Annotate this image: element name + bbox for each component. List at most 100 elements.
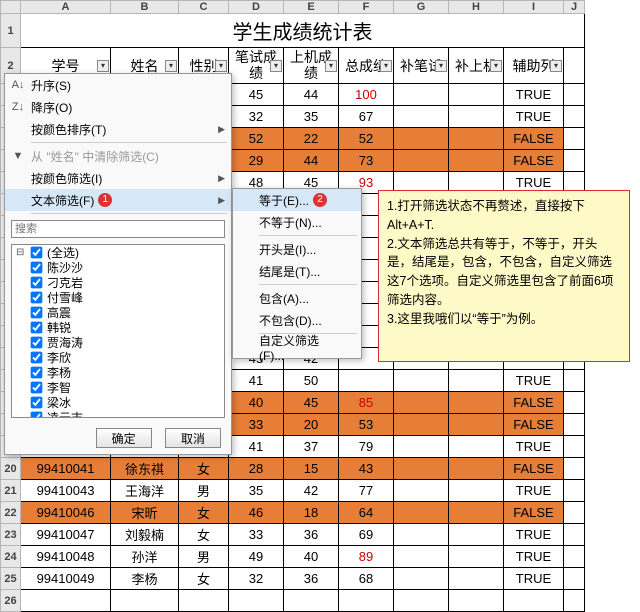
data-cell[interactable]: FALSE <box>504 150 564 172</box>
data-cell[interactable] <box>449 590 504 612</box>
data-cell[interactable]: 99410049 <box>21 568 111 590</box>
col-E[interactable]: E <box>284 1 339 14</box>
data-cell[interactable]: TRUE <box>504 546 564 568</box>
data-cell[interactable]: TRUE <box>504 436 564 458</box>
data-cell[interactable]: 29 <box>229 150 284 172</box>
data-cell[interactable] <box>339 590 394 612</box>
filter-by-color[interactable]: 按颜色筛选(I)▶ <box>5 167 231 189</box>
data-cell[interactable]: 男 <box>179 546 229 568</box>
data-cell[interactable] <box>449 436 504 458</box>
data-cell[interactable] <box>394 436 449 458</box>
data-cell[interactable]: 女 <box>179 458 229 480</box>
filter-dropdown-icon[interactable]: ▾ <box>550 60 562 72</box>
col-J[interactable]: J <box>564 1 585 14</box>
filter-begins-with[interactable]: 开头是(I)... <box>233 238 361 260</box>
filter-dropdown-icon[interactable]: ▾ <box>435 60 447 72</box>
data-cell[interactable] <box>449 370 504 392</box>
col-D[interactable]: D <box>229 1 284 14</box>
col-A[interactable]: A <box>21 1 111 14</box>
hdr-aux[interactable]: 辅助列▾ <box>504 48 564 84</box>
row-header[interactable]: 22 <box>1 502 21 524</box>
data-cell[interactable] <box>394 414 449 436</box>
data-cell[interactable] <box>21 590 111 612</box>
data-cell[interactable]: 女 <box>179 502 229 524</box>
filter-dropdown-icon[interactable]: ▾ <box>490 60 502 72</box>
filter-checkbox[interactable] <box>31 412 43 418</box>
data-cell[interactable]: 王海洋 <box>111 480 179 502</box>
filter-ends-with[interactable]: 结尾是(T)... <box>233 260 361 282</box>
data-cell[interactable]: 孙洋 <box>111 546 179 568</box>
data-cell[interactable] <box>394 458 449 480</box>
filter-dropdown-icon[interactable]: ▾ <box>97 60 109 72</box>
data-cell[interactable]: 15 <box>284 458 339 480</box>
data-cell[interactable]: 宋昕 <box>111 502 179 524</box>
data-cell[interactable]: 99410047 <box>21 524 111 546</box>
filter-check-item[interactable]: ⊟(全选) <box>12 245 224 260</box>
data-cell[interactable]: 50 <box>284 370 339 392</box>
filter-check-item[interactable]: 贾海涛 <box>12 335 224 350</box>
data-cell[interactable]: 49 <box>229 546 284 568</box>
filter-checkbox[interactable] <box>31 367 43 379</box>
row-header[interactable]: 23 <box>1 524 21 546</box>
col-B[interactable]: B <box>111 1 179 14</box>
filter-equals[interactable]: 等于(E)...2 <box>233 189 361 211</box>
data-cell[interactable]: 20 <box>284 414 339 436</box>
data-cell[interactable]: 45 <box>229 84 284 106</box>
data-cell[interactable]: 99410041 <box>21 458 111 480</box>
data-cell[interactable]: FALSE <box>504 414 564 436</box>
data-cell[interactable]: 73 <box>339 150 394 172</box>
data-cell[interactable]: 33 <box>229 524 284 546</box>
cancel-button[interactable]: 取消 <box>165 428 221 448</box>
data-cell[interactable]: 45 <box>284 392 339 414</box>
filter-checkbox[interactable] <box>31 277 43 289</box>
data-cell[interactable]: 33 <box>229 414 284 436</box>
corner-cell[interactable] <box>1 1 21 14</box>
row-header[interactable]: 24 <box>1 546 21 568</box>
filter-checkbox[interactable] <box>31 352 43 364</box>
hdr-machine[interactable]: 上机成 绩▾ <box>284 48 339 84</box>
data-cell[interactable] <box>111 590 179 612</box>
filter-check-item[interactable]: 凌云志 <box>12 410 224 418</box>
data-cell[interactable] <box>179 590 229 612</box>
filter-check-item[interactable]: 付雪峰 <box>12 290 224 305</box>
filter-check-item[interactable]: 李智 <box>12 380 224 395</box>
filter-check-item[interactable]: 梁冰 <box>12 395 224 410</box>
data-cell[interactable]: 99410043 <box>21 480 111 502</box>
row-header[interactable]: 26 <box>1 590 21 612</box>
filter-search-input[interactable] <box>11 220 225 238</box>
filter-checkbox[interactable] <box>31 337 43 349</box>
filter-checkbox[interactable] <box>31 292 43 304</box>
data-cell[interactable]: 67 <box>339 106 394 128</box>
data-cell[interactable] <box>449 150 504 172</box>
data-cell[interactable]: 40 <box>229 392 284 414</box>
data-cell[interactable]: 99410048 <box>21 546 111 568</box>
filter-checkbox[interactable] <box>31 322 43 334</box>
data-cell[interactable] <box>449 480 504 502</box>
data-cell[interactable]: 36 <box>284 568 339 590</box>
data-cell[interactable]: 22 <box>284 128 339 150</box>
hdr-written[interactable]: 笔试成 绩▾ <box>229 48 284 84</box>
data-cell[interactable]: 李杨 <box>111 568 179 590</box>
filter-dropdown-icon[interactable]: ▾ <box>215 60 227 72</box>
filter-dropdown-icon[interactable]: ▾ <box>165 60 177 72</box>
data-cell[interactable]: 32 <box>229 568 284 590</box>
data-cell[interactable] <box>449 414 504 436</box>
data-cell[interactable]: 36 <box>284 524 339 546</box>
data-cell[interactable]: 女 <box>179 568 229 590</box>
data-cell[interactable] <box>449 524 504 546</box>
title-cell[interactable]: 学生成绩统计表 <box>21 14 585 48</box>
data-cell[interactable]: TRUE <box>504 370 564 392</box>
data-cell[interactable] <box>394 502 449 524</box>
data-cell[interactable] <box>394 524 449 546</box>
data-cell[interactable]: 44 <box>284 84 339 106</box>
data-cell[interactable]: 100 <box>339 84 394 106</box>
filter-check-item[interactable]: 李杨 <box>12 365 224 380</box>
ok-button[interactable]: 确定 <box>96 428 152 448</box>
data-cell[interactable]: 44 <box>284 150 339 172</box>
data-cell[interactable]: FALSE <box>504 458 564 480</box>
filter-check-item[interactable]: 韩锐 <box>12 320 224 335</box>
data-cell[interactable]: 64 <box>339 502 394 524</box>
data-cell[interactable] <box>394 392 449 414</box>
sort-by-color[interactable]: 按颜色排序(T)▶ <box>5 118 231 140</box>
data-cell[interactable]: 35 <box>229 480 284 502</box>
